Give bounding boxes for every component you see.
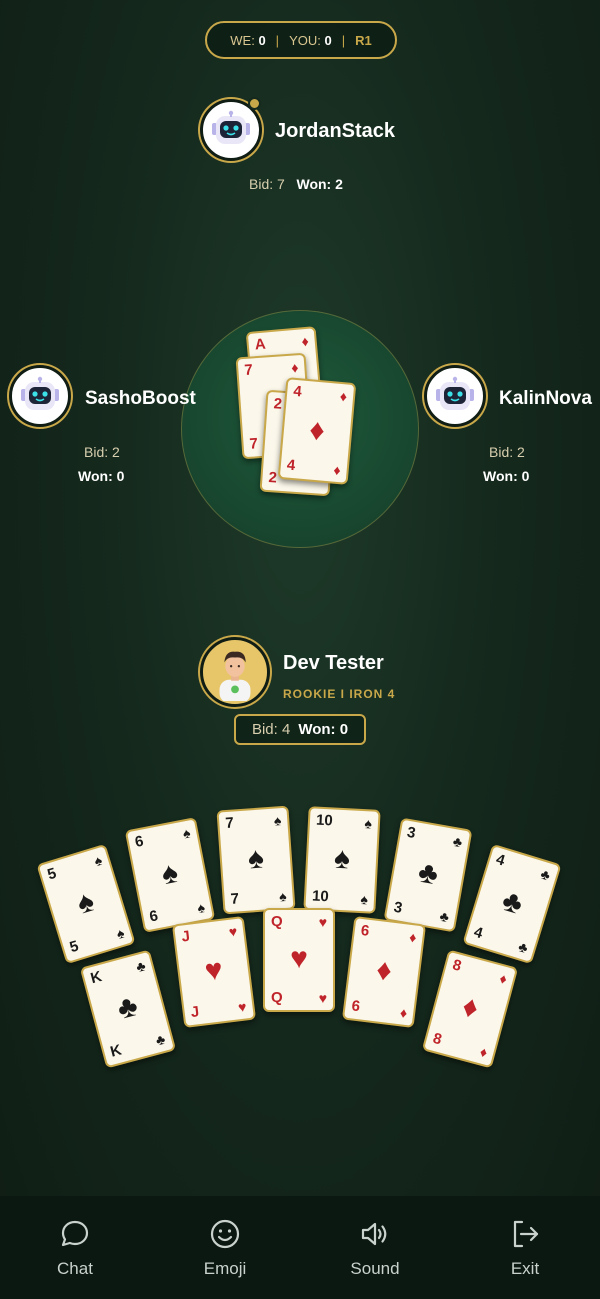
score-separator: | <box>275 32 280 48</box>
hand-card[interactable]: J ♥ ♥ J ♥ <box>171 916 257 1028</box>
sound-button[interactable]: Sound <box>320 1217 430 1279</box>
hand-card[interactable]: 3 ♣ ♣ 3 ♣ <box>383 817 473 933</box>
left-player-won: Won: 0 <box>78 468 125 484</box>
my-player-name: Dev Tester <box>283 652 384 674</box>
my-bid-box: Bid: 4 Won: 0 <box>234 714 366 745</box>
dealer-indicator <box>248 97 261 110</box>
bottom-nav: Chat Emoji Sound Exit <box>0 1196 600 1299</box>
sound-label: Sound <box>350 1258 400 1278</box>
top-player-stats: Bid: 7 Won: 2 <box>249 176 343 192</box>
hand-card[interactable]: Q ♥ ♥ Q ♥ <box>263 908 335 1012</box>
right-player-bid: Bid: 2 <box>489 444 525 460</box>
chat-icon <box>61 1220 89 1246</box>
hand-card[interactable]: 10 ♠ ♠ 10 ♠ <box>303 806 381 914</box>
avatar-right-player[interactable] <box>424 365 486 427</box>
score-separator: | <box>341 32 346 48</box>
emoji-label: Emoji <box>203 1258 247 1278</box>
left-player-name: SashoBoost <box>85 388 196 409</box>
hand-card[interactable]: 6 ♦ ♦ 6 ♦ <box>341 916 427 1028</box>
exit-button[interactable]: Exit <box>470 1217 580 1279</box>
hand-card[interactable]: 4 ♣ ♣ 4 ♣ <box>462 843 562 965</box>
chat-button[interactable]: Chat <box>20 1217 130 1279</box>
my-rank-label: ROOKIE I IRON 4 <box>283 687 396 701</box>
emoji-icon <box>210 1219 240 1248</box>
hand-card[interactable]: 8 ♦ ♦ 8 ♦ <box>421 949 519 1069</box>
avatar-me[interactable] <box>200 637 270 707</box>
emoji-button[interactable]: Emoji <box>170 1217 280 1279</box>
hand-card[interactable]: 6 ♠ ♠ 6 ♠ <box>124 817 216 933</box>
you-score: YOU: 0 <box>289 32 332 48</box>
top-player-name: JordanStack <box>275 120 396 142</box>
avatar-left-player[interactable] <box>9 365 71 427</box>
sound-icon <box>361 1222 387 1245</box>
round-indicator: R1 <box>355 32 372 48</box>
chat-label: Chat <box>57 1258 93 1278</box>
exit-icon <box>513 1220 539 1247</box>
trick-card: 4 ♦ ♦ 4 ♦ <box>277 377 357 485</box>
exit-label: Exit <box>510 1258 540 1278</box>
right-player-won: Won: 0 <box>483 468 530 484</box>
person-avatar <box>219 651 251 701</box>
robot-icon <box>212 110 250 144</box>
robot-icon <box>21 376 59 410</box>
we-score: WE: 0 <box>230 32 266 48</box>
hand-card[interactable]: K ♣ ♣ K ♣ <box>79 949 177 1069</box>
hand-card[interactable]: 5 ♠ ♠ 5 ♠ <box>36 843 136 965</box>
robot-icon <box>436 376 474 410</box>
score-pill: WE: 0 | YOU: 0 | R1 <box>205 21 397 59</box>
hand-card[interactable]: 7 ♠ ♠ 7 ♠ <box>216 805 296 915</box>
left-player-bid: Bid: 2 <box>84 444 120 460</box>
right-player-name: KalinNova <box>499 388 592 409</box>
